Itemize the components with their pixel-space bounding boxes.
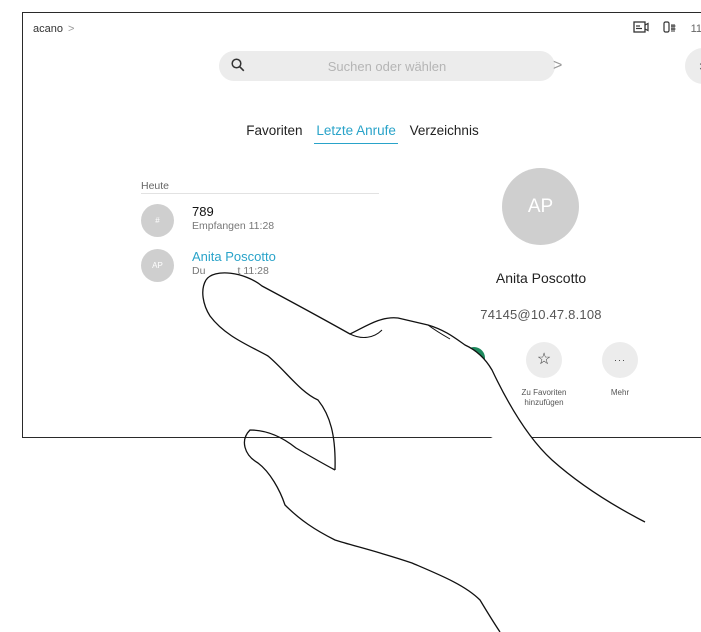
hand-illustration <box>202 272 646 632</box>
